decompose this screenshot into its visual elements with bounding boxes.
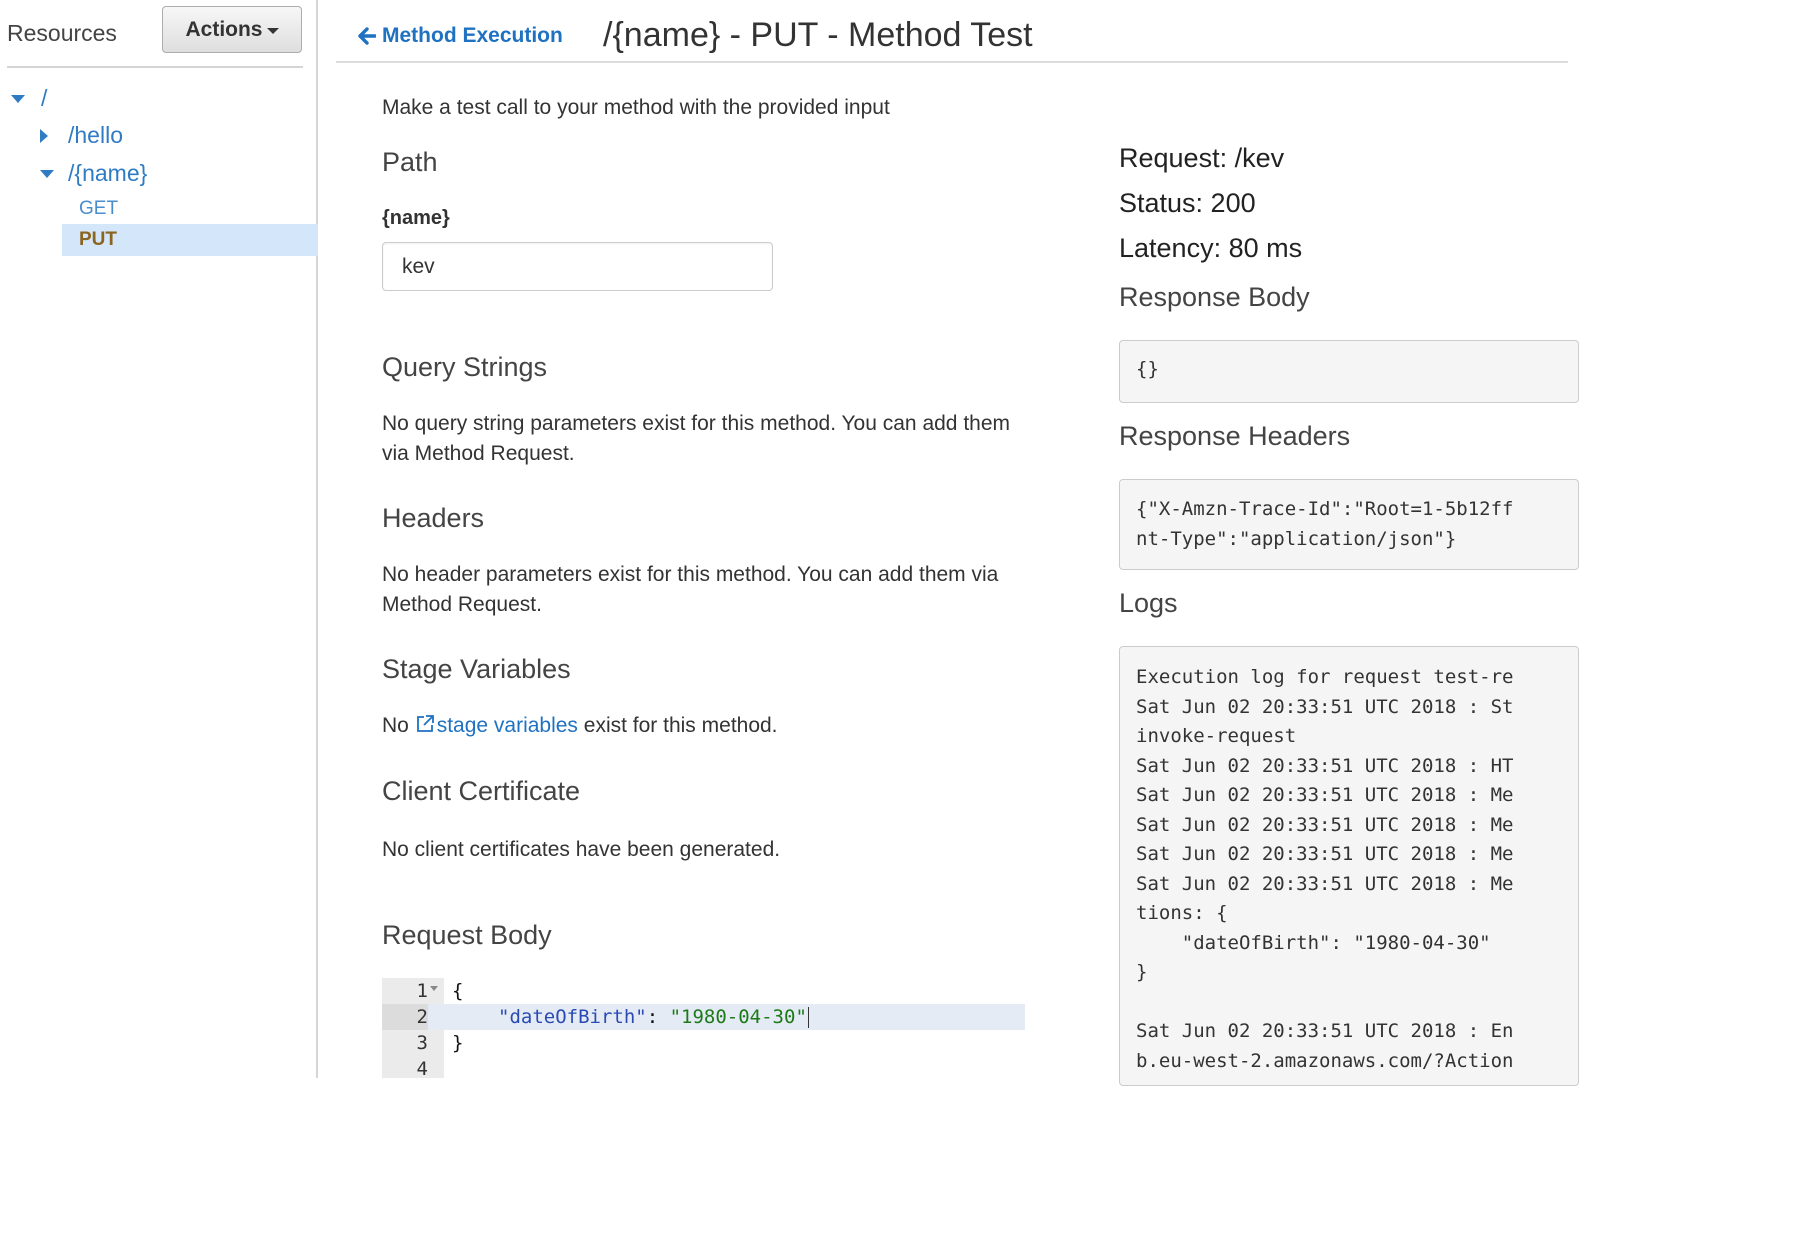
response-headers-heading: Response Headers [1119, 421, 1351, 451]
stage-variables-link[interactable]: stage variables [415, 714, 578, 737]
sidebar-title: Resources [7, 20, 117, 46]
stage-text-after: exist for this method. [577, 714, 778, 737]
editor-line: 1 { [382, 978, 1025, 1004]
code-text: "dateOfBirth": "1980-04-30" [498, 1004, 809, 1030]
header-divider [336, 61, 1568, 63]
method-execution-back-link[interactable]: Method Execution [358, 24, 563, 48]
actions-label: Actions [185, 17, 263, 41]
headers-heading: Headers [382, 503, 485, 533]
stage-link-label: stage variables [436, 714, 578, 737]
back-link-label: Method Execution [382, 24, 563, 47]
editor-line: 3 } [382, 1030, 1025, 1056]
collapsed-caret-icon [40, 128, 48, 143]
text-cursor [807, 1007, 809, 1028]
stage-variables-heading: Stage Variables [382, 654, 571, 684]
expanded-caret-icon [11, 94, 25, 103]
log-line: } [1136, 961, 1148, 983]
log-line: Sat Jun 02 20:33:51 UTC 2018 : Me [1136, 784, 1514, 806]
name-param-label: {name} [382, 207, 450, 229]
page-title: /{name} - PUT - Method Test [603, 16, 1033, 54]
query-strings-heading: Query Strings [382, 352, 548, 382]
status-summary: Status: 200 [1119, 188, 1256, 218]
response-body-box: {} [1119, 340, 1579, 403]
tree-method-put-selected[interactable]: PUT [62, 224, 318, 256]
expanded-caret-icon [40, 169, 54, 178]
response-header-line: {"X-Amzn-Trace-Id":"Root=1-5b12ff [1136, 498, 1514, 520]
actions-dropdown-button[interactable]: Actions [162, 6, 302, 53]
response-header-line: nt-Type":"application/json"} [1136, 527, 1457, 550]
resources-sidebar: Resources Actions / /hello /{name} GET P… [0, 0, 318, 1078]
log-line: b.eu-west-2.amazonaws.com/?Action [1136, 1049, 1514, 1072]
log-line: Sat Jun 02 20:33:51 UTC 2018 : Me [1136, 872, 1514, 895]
tree-node-label: /hello [68, 122, 123, 148]
log-line: Sat Jun 02 20:33:51 UTC 2018 : Me [1136, 843, 1514, 865]
log-line: Execution log for request test-re [1136, 666, 1514, 688]
response-body-heading: Response Body [1119, 282, 1310, 312]
client-certificate-heading: Client Certificate [382, 776, 581, 806]
latency-summary: Latency: 80 ms [1119, 233, 1303, 263]
tree-node-hello[interactable]: /hello [40, 122, 123, 149]
json-key: "dateOfBirth" [498, 1006, 647, 1028]
arrow-left-icon [358, 27, 376, 45]
line-number: 4 [416, 1058, 428, 1078]
log-line: Sat Jun 02 20:33:51 UTC 2018 : HT [1136, 754, 1514, 777]
editor-line-active: 2 "dateOfBirth": "1980-04-30" [382, 1004, 1025, 1030]
log-line: tions: { [1136, 902, 1228, 924]
log-line: invoke-request [1136, 725, 1297, 747]
intro-text: Make a test call to your method with the… [382, 96, 890, 119]
log-line: Sat Jun 02 20:33:51 UTC 2018 : Me [1136, 813, 1514, 836]
client-certificate-text: No client certificates have been generat… [382, 838, 781, 861]
request-body-heading: Request Body [382, 920, 552, 950]
logs-box: Execution log for request test-re Sat Ju… [1119, 646, 1579, 1086]
logs-heading: Logs [1119, 588, 1178, 618]
code-text: } [452, 1032, 464, 1054]
sidebar-divider [7, 66, 303, 68]
line-number: 3 [416, 1032, 428, 1054]
request-summary: Request: /kev [1119, 143, 1285, 173]
caret-down-icon [266, 28, 279, 34]
tree-node-label: /{name} [68, 160, 148, 186]
stage-variables-text: No stage variables exist for this method… [382, 711, 1012, 741]
tree-node-name[interactable]: /{name} [40, 160, 147, 187]
log-line: "dateOfBirth": "1980-04-30" [1136, 931, 1491, 954]
json-string: "1980-04-30" [669, 1006, 807, 1028]
headers-text: No header parameters exist for this meth… [382, 563, 999, 616]
log-line: Sat Jun 02 20:33:51 UTC 2018 : En [1136, 1020, 1514, 1042]
code-text: { [452, 980, 464, 1002]
tree-node-root[interactable]: / [11, 85, 47, 112]
log-line: Sat Jun 02 20:33:51 UTC 2018 : St [1136, 695, 1514, 718]
query-strings-text: No query string parameters exist for thi… [382, 412, 1011, 465]
response-headers-box: {"X-Amzn-Trace-Id":"Root=1-5b12ff nt-Typ… [1119, 479, 1579, 570]
line-number: 1 [416, 980, 428, 1002]
request-body-editor[interactable]: 1 { 2 "dateOfBirth": "1980-04-30" 3 } 4 [382, 978, 1025, 1078]
stage-text-before: No [382, 714, 415, 737]
external-link-icon [416, 715, 434, 732]
line-number: 2 [382, 1004, 428, 1030]
response-body-text: {} [1136, 358, 1159, 380]
tree-method-get[interactable]: GET [79, 198, 118, 220]
name-param-input[interactable] [382, 242, 773, 291]
tree-node-label: / [41, 85, 48, 111]
editor-line: 4 [382, 1056, 1025, 1078]
path-heading: Path [382, 147, 438, 177]
fold-caret-icon[interactable] [430, 986, 438, 991]
json-colon: : [646, 1006, 670, 1028]
